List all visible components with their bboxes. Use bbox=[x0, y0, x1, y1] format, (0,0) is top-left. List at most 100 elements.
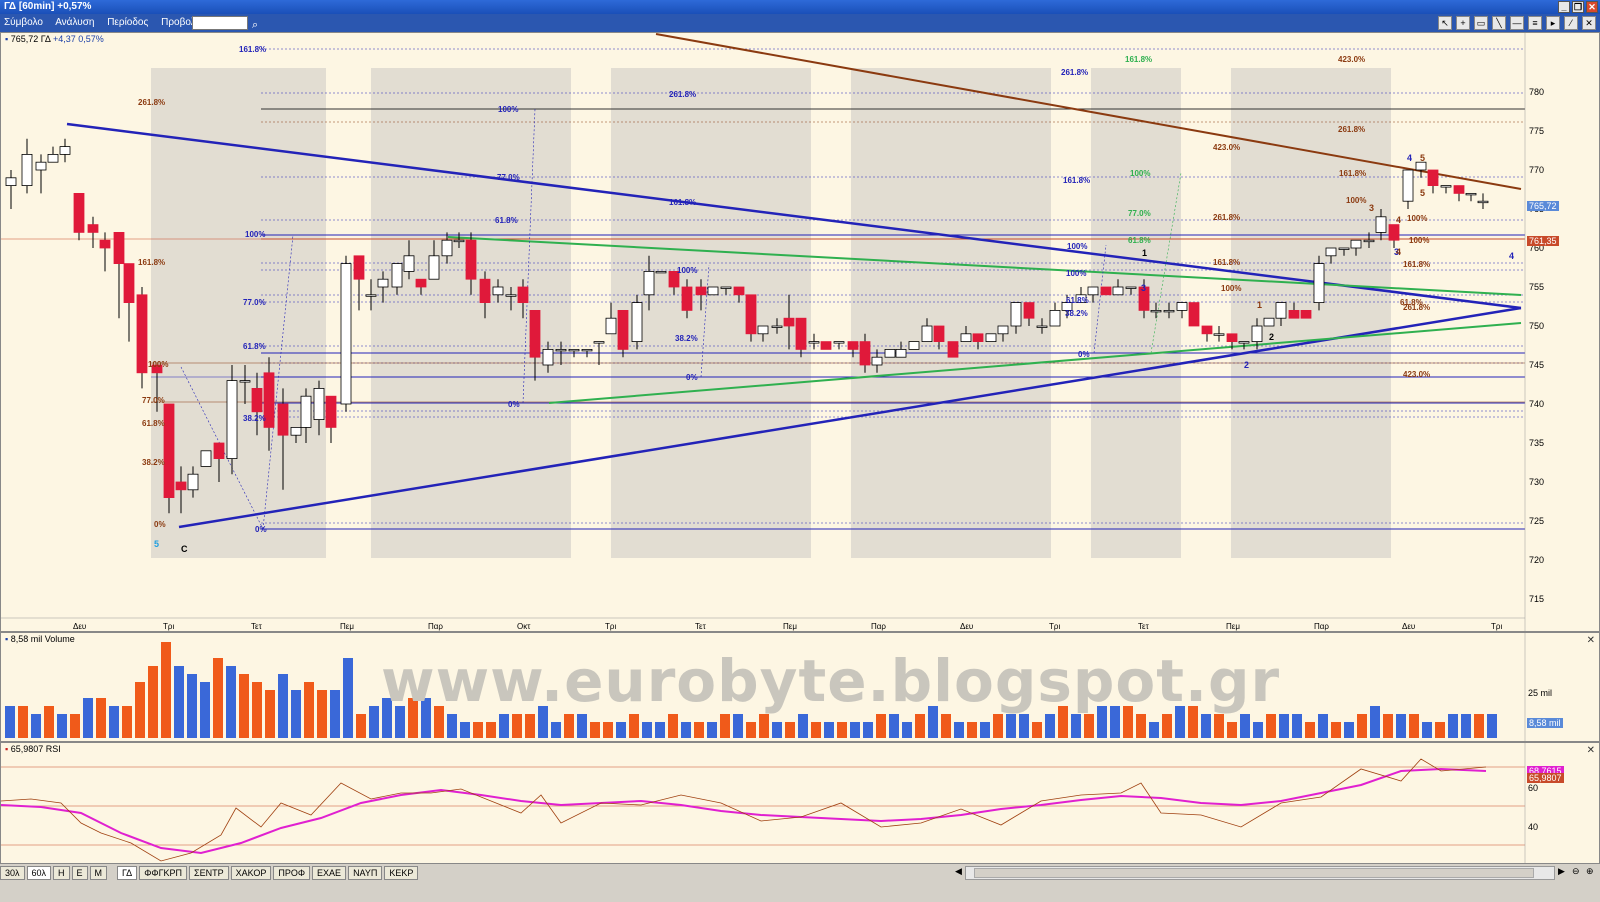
candle-body bbox=[1325, 247, 1337, 257]
volume-bar bbox=[1461, 714, 1471, 738]
restore-icon[interactable]: ❐ bbox=[1572, 1, 1584, 13]
crosshair-tool-icon[interactable]: + bbox=[1456, 16, 1470, 30]
candle-body bbox=[707, 286, 719, 296]
volume-bar bbox=[317, 690, 327, 738]
volume-bar bbox=[239, 674, 249, 738]
fib-label: 61.8% bbox=[243, 342, 266, 351]
symbol-search-input[interactable] bbox=[192, 16, 248, 30]
bottom-bar: 30λ 60λ Η Ε Μ ΓΔ ΦΦΓΚΡΠ ΣΕΝΤΡ ΧΑΚΟΡ ΠΡΟΦ… bbox=[0, 864, 1600, 902]
fib-label: 0% bbox=[154, 520, 166, 529]
fib-label: 161.8% bbox=[1125, 55, 1152, 64]
zoom-out-icon[interactable]: ⊖ bbox=[1572, 866, 1580, 877]
fib-label: 261.8% bbox=[1403, 303, 1430, 312]
symbol-tab-6[interactable]: ΕΧΑΕ bbox=[312, 866, 347, 880]
candle-body bbox=[529, 309, 541, 358]
period-tab-month[interactable]: Μ bbox=[89, 866, 108, 880]
close-icon[interactable]: ✕ bbox=[1586, 1, 1598, 13]
wave-label: C bbox=[181, 544, 188, 554]
header-change: +4,37 0,57% bbox=[52, 34, 104, 44]
close-volume-icon[interactable]: ✕ bbox=[1587, 635, 1595, 646]
fib-label: 100% bbox=[1067, 242, 1087, 251]
candle-body bbox=[353, 255, 365, 280]
channel-tool-icon[interactable]: ⁄ bbox=[1564, 16, 1578, 30]
period-tab-30[interactable]: 30λ bbox=[0, 866, 25, 880]
candle-body bbox=[947, 341, 959, 358]
price-chart[interactable]: 7807757707657607557507457407357307257207… bbox=[1, 33, 1600, 632]
line-tool-icon[interactable]: ╲ bbox=[1492, 16, 1506, 30]
volume-bar bbox=[1383, 714, 1393, 738]
symbol-tab-3[interactable]: ΣΕΝΤΡ bbox=[189, 866, 229, 880]
horizontal-scrollbar[interactable] bbox=[965, 866, 1555, 880]
x-tick: Πεμ bbox=[340, 622, 354, 631]
fib-tool-icon[interactable]: ≡ bbox=[1528, 16, 1542, 30]
rsi-panel[interactable]: ▪ 65,9807 RSI ✕ 60 40 68,7615 65,9807 bbox=[0, 742, 1600, 864]
menu-bar: Σύμβολο Ανάλυση Περίοδος Προβολή ⌕ bbox=[0, 14, 1600, 32]
zoom-in-icon[interactable]: ⊕ bbox=[1586, 866, 1594, 877]
candle-body bbox=[47, 154, 59, 163]
close-rsi-icon[interactable]: ✕ bbox=[1587, 745, 1595, 756]
volume-bar bbox=[1292, 714, 1302, 738]
hline-tool-icon[interactable]: — bbox=[1510, 16, 1524, 30]
candle-body bbox=[1100, 286, 1112, 296]
symbol-tab-4[interactable]: ΧΑΚΟΡ bbox=[230, 866, 272, 880]
menu-period[interactable]: Περίοδος bbox=[107, 17, 148, 28]
period-tab-day[interactable]: Η bbox=[53, 866, 70, 880]
candle-body bbox=[921, 325, 933, 343]
candle-body bbox=[441, 239, 453, 257]
x-tick: Τρι bbox=[605, 622, 616, 631]
close-panel-icon[interactable]: ✕ bbox=[1582, 16, 1596, 30]
symbol-tab-5[interactable]: ΠΡΟΦ bbox=[273, 866, 311, 880]
symbol-tab-2[interactable]: ΦΦΓΚΡΠ bbox=[139, 866, 188, 880]
candle-body bbox=[795, 317, 807, 350]
fib-label: 38.2% bbox=[142, 458, 165, 467]
symbol-tab-8[interactable]: ΚΕΚΡ bbox=[384, 866, 419, 880]
menu-analysis[interactable]: Ανάλυση bbox=[55, 17, 94, 28]
period-tab-week[interactable]: Ε bbox=[71, 866, 88, 880]
candle-body bbox=[1263, 317, 1275, 327]
candle-body bbox=[1388, 224, 1400, 241]
candle-body bbox=[695, 286, 707, 296]
header-price: 765,72 bbox=[10, 34, 39, 44]
candle-body bbox=[542, 348, 554, 366]
minimize-icon[interactable]: _ bbox=[1558, 1, 1570, 13]
cursor-tool-icon[interactable]: ↖ bbox=[1438, 16, 1452, 30]
pointer-tool-icon[interactable]: ▸ bbox=[1546, 16, 1560, 30]
scrollbar-thumb[interactable] bbox=[974, 868, 1534, 878]
volume-panel[interactable]: ▪ 8,58 mil Volume ✕ www.eurobyte.blogspo… bbox=[0, 632, 1600, 742]
fib-label: 0% bbox=[1078, 350, 1090, 359]
candle-body bbox=[187, 473, 199, 491]
last-price-tag: 765,72 bbox=[1529, 201, 1557, 211]
candle-body bbox=[1453, 185, 1465, 194]
volume-bar bbox=[44, 706, 54, 738]
candle-body bbox=[960, 333, 972, 342]
rectangle-tool-icon[interactable]: ▭ bbox=[1474, 16, 1488, 30]
candle-body bbox=[1251, 325, 1263, 343]
rsi-label: 65,9807 RSI bbox=[10, 744, 61, 754]
price-chart-panel[interactable]: 7807757707657607557507457407357307257207… bbox=[0, 32, 1600, 632]
candle-body bbox=[377, 278, 389, 288]
volume-bar bbox=[655, 722, 665, 738]
wave-label: 1 bbox=[1142, 248, 1147, 258]
scroll-right-icon[interactable]: ▶ bbox=[1558, 866, 1565, 877]
symbol-tab-7[interactable]: ΝΑΥΠ bbox=[348, 866, 383, 880]
symbol-tab-gd[interactable]: ΓΔ bbox=[117, 866, 138, 880]
volume-bar bbox=[902, 722, 912, 738]
candle-body bbox=[21, 154, 33, 187]
fib-label: 38.2% bbox=[243, 414, 266, 423]
rsi-icon: ▪ bbox=[5, 744, 9, 754]
candle-body bbox=[1440, 185, 1452, 188]
fib-label: 423.0% bbox=[1403, 370, 1430, 379]
volume-bar bbox=[590, 722, 600, 738]
volume-bar bbox=[291, 690, 301, 738]
x-tick: Δευ bbox=[73, 622, 86, 631]
candle-body bbox=[1402, 169, 1414, 202]
rsi-chart bbox=[1, 743, 1526, 863]
volume-bar bbox=[1487, 714, 1497, 738]
fib-label: 100% bbox=[1066, 269, 1086, 278]
fib-label: 100% bbox=[498, 105, 518, 114]
scroll-left-icon[interactable]: ◀ bbox=[955, 866, 962, 877]
menu-symbol[interactable]: Σύμβολο bbox=[4, 17, 43, 28]
period-tab-60[interactable]: 60λ bbox=[26, 866, 52, 880]
candle-body bbox=[1201, 325, 1213, 335]
fib-label: 100% bbox=[245, 230, 265, 239]
